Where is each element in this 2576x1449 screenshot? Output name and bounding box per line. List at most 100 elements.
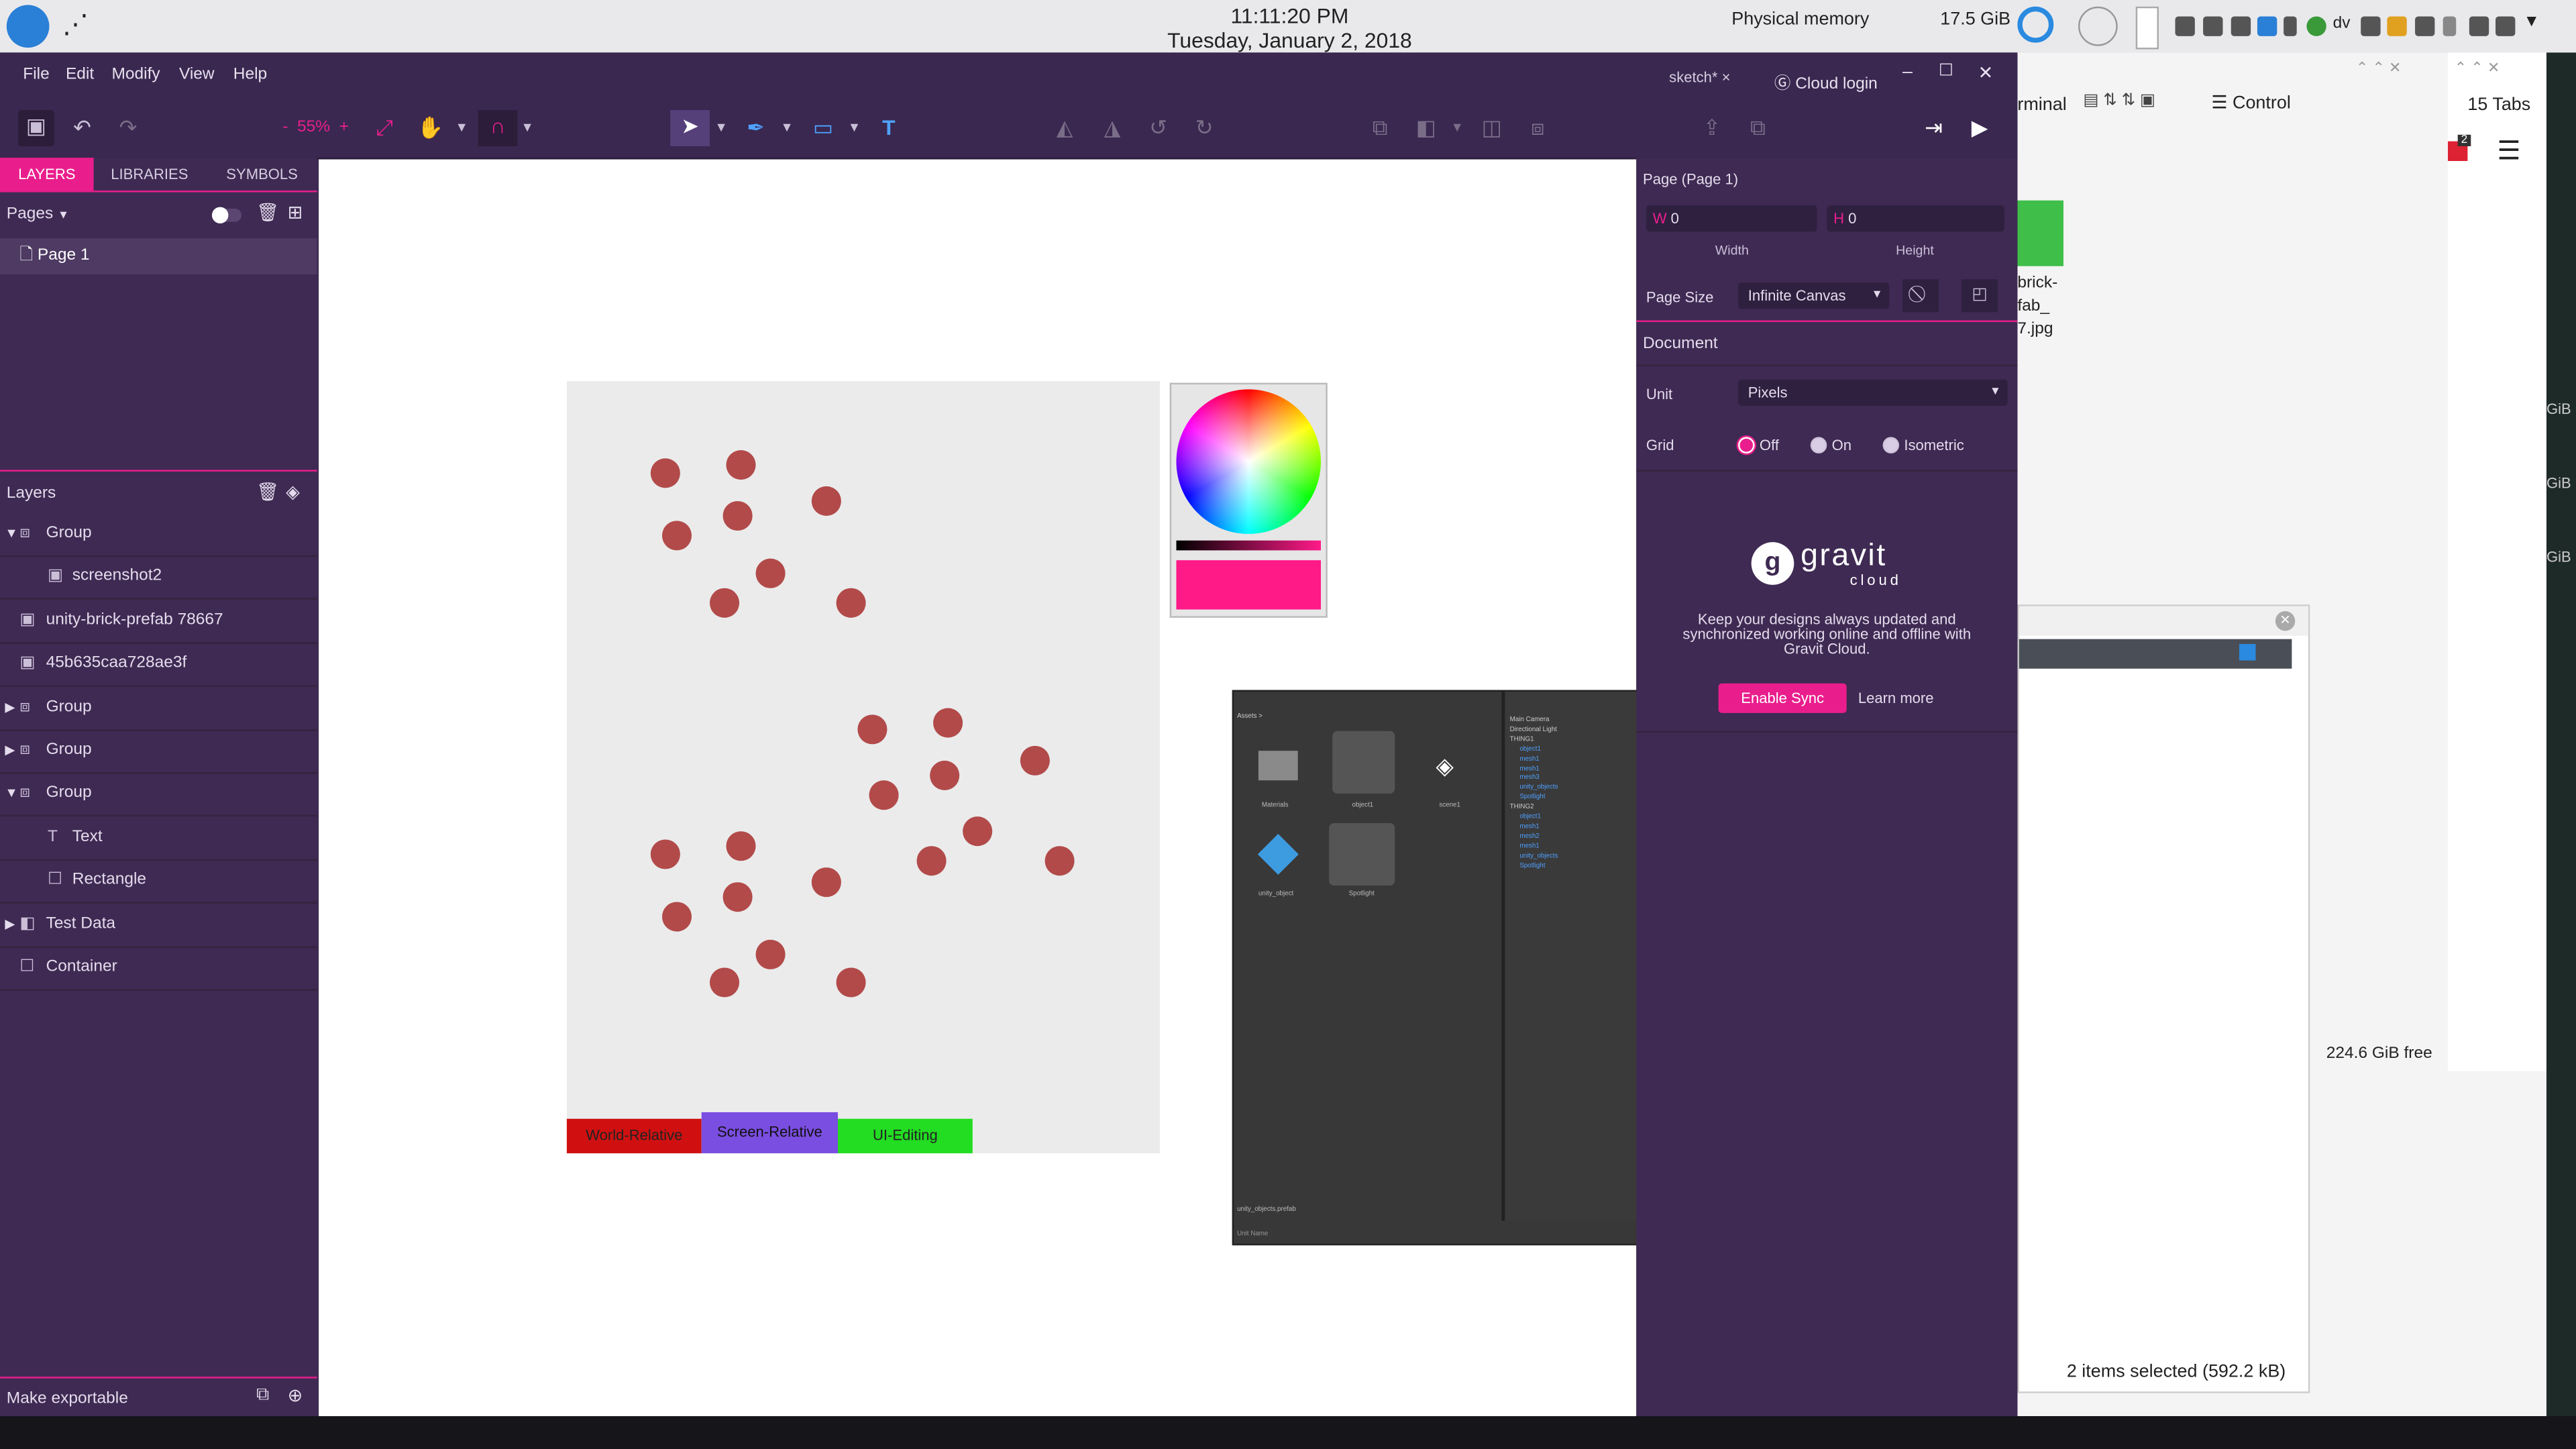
pages-dropdown[interactable]: Pages ▼ [7,205,69,223]
group-icon[interactable]: ⧉ [1364,112,1397,145]
boolean-icon[interactable]: ◫ [1475,112,1508,145]
menu-edit[interactable]: Edit [66,66,94,84]
make-exportable-label[interactable]: Make exportable [7,1390,128,1408]
pen-tool-icon[interactable]: ✒ [739,112,772,145]
maximize-icon[interactable]: ☐ [1939,62,1953,80]
width-field[interactable]: W 0 [1646,205,1817,232]
tab-libraries[interactable]: LIBRARIES [95,158,204,191]
circle-shape[interactable] [963,816,993,847]
expand-open-icon[interactable]: ▼ [5,513,17,555]
file-thumbnail-icon[interactable] [2017,200,2063,266]
usb-icon[interactable] [2443,16,2457,36]
layer-row[interactable]: ☐ Container [0,947,317,991]
artboard[interactable] [566,381,1160,1154]
clipboard-icon[interactable] [2203,16,2223,36]
flip-vertical-icon[interactable]: ◮ [1095,112,1128,145]
file-name-label[interactable]: brick- fab_ 7.jpg [2017,273,2057,342]
notes-icon[interactable] [2361,16,2381,36]
chevron-down-icon[interactable]: ▼ [2524,13,2540,32]
expand-open-icon[interactable]: ▼ [5,773,17,816]
arrange-icon[interactable]: ◧ [1409,112,1442,145]
circle-shape[interactable] [836,588,866,618]
circle-shape[interactable] [726,450,756,480]
fileman-icon[interactable] [2175,16,2195,36]
expand-closed-icon[interactable]: ▶ [5,903,15,946]
brightness-slider[interactable] [1176,540,1321,551]
world-relative-button[interactable]: World-Relative [566,1118,702,1154]
circle-shape[interactable] [709,967,740,998]
export-slice-icon[interactable]: ⧉ [256,1385,269,1407]
undo-icon[interactable]: ↶ [66,112,99,145]
zoom-in-button[interactable]: + [339,118,349,136]
present-icon[interactable]: ▶ [1964,112,1996,145]
menu-help[interactable]: Help [233,66,267,84]
share-icon[interactable]: ⇪ [1695,112,1728,145]
snap-dropdown-icon[interactable]: ▼ [519,112,535,145]
ui-editing-button[interactable]: UI-Editing [837,1118,973,1154]
circle-shape[interactable] [755,558,786,588]
monitor-icon[interactable] [2231,16,2251,36]
app-launcher-icon[interactable] [6,5,50,48]
grid-isometric-radio[interactable] [1882,437,1900,453]
bluetooth-icon[interactable] [2284,16,2297,36]
export-icon[interactable]: ⇥ [1917,112,1950,145]
layer-settings-icon[interactable]: ◈ [286,482,300,502]
clock[interactable]: 11:11:20 PM Tuesday, January 2, 2018 [1150,3,1429,52]
circle-shape[interactable] [811,486,841,516]
duplicate-icon[interactable]: ⧉ [1741,112,1774,145]
terminal-tab-label[interactable]: rminal [2017,95,2066,115]
circle-shape[interactable] [709,588,740,618]
chrome-icon[interactable] [2306,16,2326,36]
text-tool-icon[interactable]: T [872,112,905,145]
tab-symbols[interactable]: SYMBOLS [207,158,317,191]
layer-row[interactable]: ▶ ⧈ Group [0,729,317,774]
menu-view[interactable]: View [179,66,215,84]
delete-layer-icon[interactable]: 🗑 [256,482,279,502]
layer-row[interactable]: ▼ ⧈ Group [0,513,317,557]
control-button[interactable]: ☰ Control [2211,92,2291,113]
fm-close-icon[interactable]: ✕ [2275,611,2296,631]
zoom-control[interactable]: - 55% + [282,118,349,136]
circle-shape[interactable] [857,714,888,745]
cloud-login-button[interactable]: Ⓖ Cloud login [1774,69,1878,94]
circle-shape[interactable] [755,939,786,969]
circle-shape[interactable] [650,839,680,869]
fit-icon[interactable]: ⤢ [368,112,401,145]
hand-dropdown-icon[interactable]: ▼ [453,112,470,145]
learn-more-link[interactable]: Learn more [1858,690,1934,706]
arrange-dropdown-icon[interactable]: ▼ [1449,112,1465,145]
screenshot-icon[interactable] [2415,16,2435,36]
circle-shape[interactable] [930,760,960,790]
pointer-dropdown-icon[interactable]: ▼ [713,112,729,145]
save-icon[interactable]: ▣ [17,110,54,146]
layer-row[interactable]: ▣ screenshot2 [0,556,317,600]
layer-row[interactable]: ▣ 45b635caa728ae3f [0,643,317,688]
screen-relative-button[interactable]: Screen-Relative [701,1112,838,1154]
redo-icon[interactable]: ↷ [112,112,145,145]
circle-shape[interactable] [933,708,963,738]
menu-file[interactable]: File [23,66,49,84]
circle-shape[interactable] [1020,745,1050,775]
height-field[interactable]: H 0 [1827,205,2004,232]
layer-row[interactable]: ▶ ◧ Test Data [0,903,317,948]
circle-shape[interactable] [661,902,692,932]
circle-shape[interactable] [650,458,680,488]
page-list-item[interactable]: 🗋 Page 1 [0,238,317,274]
unit-select[interactable]: Pixels ▼ [1738,379,2008,406]
kb-layout[interactable]: dv [2333,15,2351,33]
flip-horizontal-icon[interactable]: ◭ [1048,112,1081,145]
pages-toggle[interactable] [211,207,242,224]
snap-magnet-icon[interactable]: ∩ [478,110,518,146]
circle-shape[interactable] [869,780,899,810]
activities-icon[interactable]: ⋰ [62,10,99,43]
circle-shape[interactable] [722,500,753,531]
tabs-count[interactable]: 15 Tabs [2467,95,2530,115]
artboard-icon[interactable]: ◰ [1962,279,1998,313]
layer-row[interactable]: ▼ ⧈ Group [0,773,317,818]
canvas[interactable]: World-Relative Screen-Relative UI-Editin… [319,159,1640,1417]
add-export-icon[interactable]: ⊕ [288,1385,303,1406]
close-tab-icon[interactable]: × [1722,69,1731,85]
tab-layers[interactable]: LAYERS [0,158,94,191]
expand-closed-icon[interactable]: ▶ [5,686,15,729]
rotate-left-icon[interactable]: ↺ [1142,112,1175,145]
